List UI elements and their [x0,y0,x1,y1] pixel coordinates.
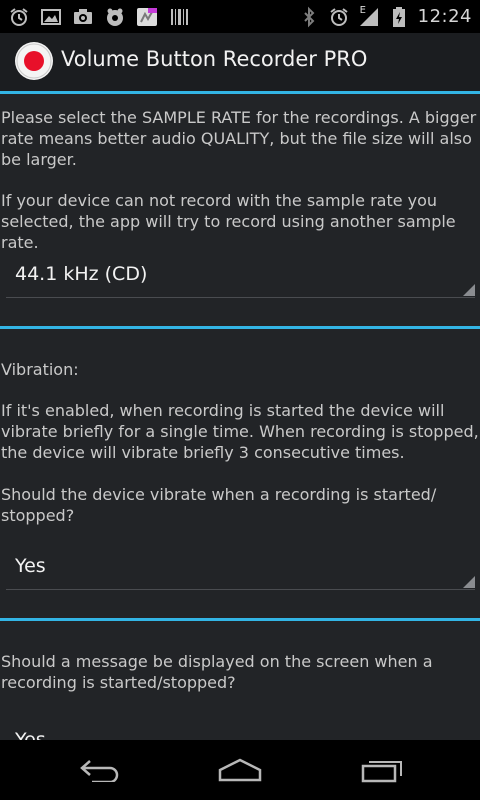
section-divider [0,618,480,621]
status-bar-system: E 12:24 [298,0,472,33]
sample-rate-selected: 44.1 kHz (CD) [15,263,148,285]
sample-rate-description: Please select the SAMPLE RATE for the re… [1,108,477,169]
sample-rate-spinner[interactable]: 44.1 kHz (CD) [6,252,475,298]
navigation-bar [0,740,480,800]
alarm-icon [8,6,30,28]
clock: 12:24 [417,6,472,27]
barcode-icon [168,6,190,28]
section-divider [0,326,480,329]
back-icon [80,760,119,782]
message-question: Should a message be displayed on the scr… [1,652,433,692]
camera-icon [72,6,94,28]
vibration-question: Should the device vibrate when a recordi… [1,485,437,525]
status-bar-notifications [8,0,190,33]
image-icon [40,6,62,28]
spinner-underline [6,589,475,590]
spinner-arrow-icon [463,576,475,588]
record-logo-icon[interactable] [14,41,54,81]
vibration-description: If it's enabled, when recording is start… [1,401,479,462]
recent-apps-button[interactable] [352,750,412,790]
settings-app-icon [104,6,126,28]
vibration-selected: Yes [15,555,46,577]
battery-icon [388,6,410,28]
message-spinner[interactable]: Yes [6,718,475,740]
bluetooth-icon [298,6,320,28]
spinner-arrow-icon [463,284,475,296]
home-icon [218,758,262,782]
network-type-label: E [359,4,366,16]
sample-rate-fallback-note: If your device can not record with the s… [1,191,456,252]
status-bar: E 12:24 [0,0,480,33]
message-selected: Yes [15,729,46,740]
vibration-heading: Vibration: [1,360,79,379]
action-bar: Volume Button Recorder PRO [0,33,480,91]
recent-apps-icon [361,761,402,783]
spinner-underline [6,297,475,298]
recorder-pro-icon [136,6,158,28]
vibration-spinner[interactable]: Yes [6,544,475,590]
settings-content[interactable]: Please select the SAMPLE RATE for the re… [0,94,480,740]
back-button[interactable] [70,750,130,790]
home-button[interactable] [210,750,270,790]
alarm-icon [328,6,350,28]
app-title: Volume Button Recorder PRO [61,47,368,71]
signal-icon: E [358,4,380,28]
